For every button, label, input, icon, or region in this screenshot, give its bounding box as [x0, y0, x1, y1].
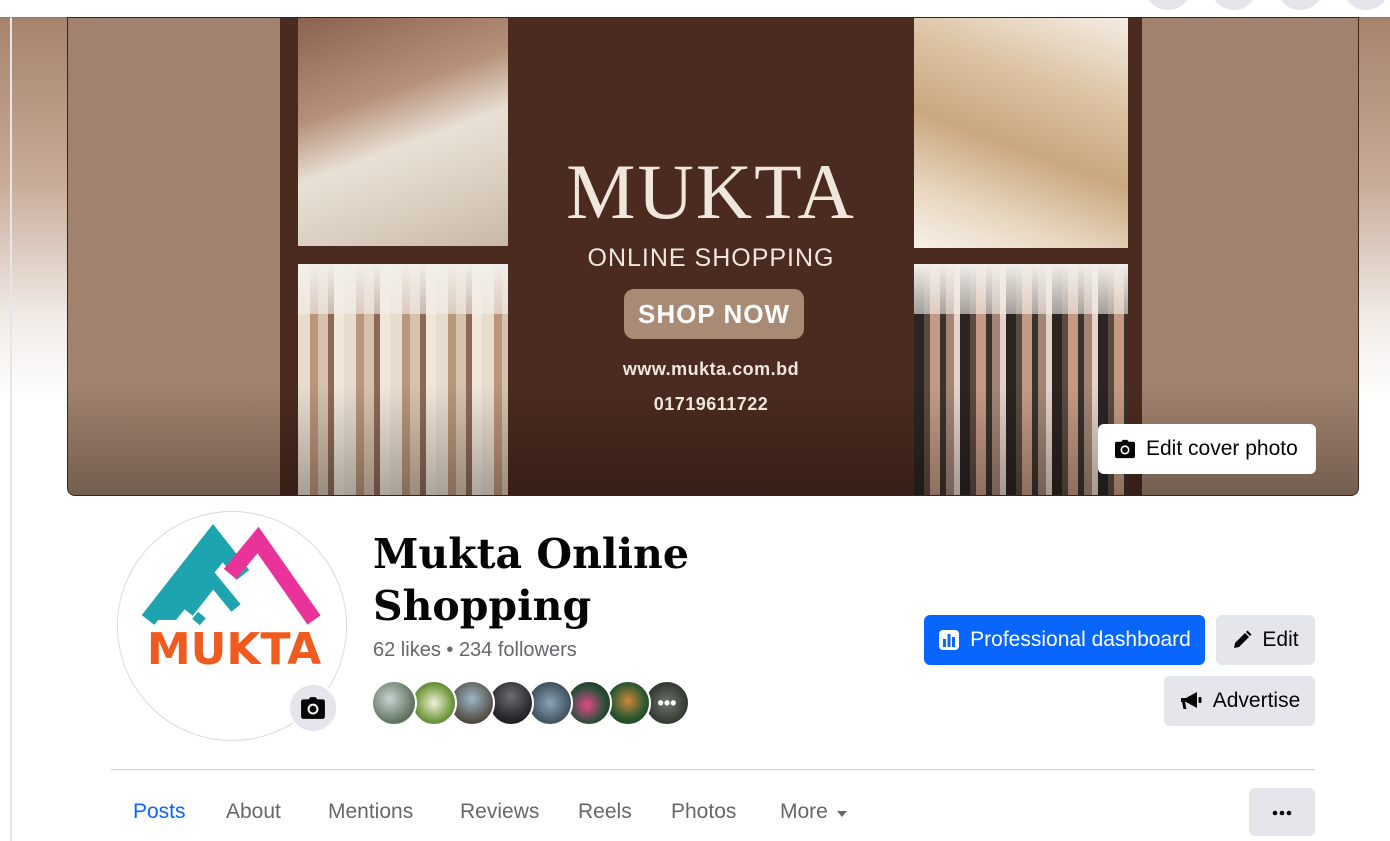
update-profile-picture-button[interactable]	[288, 683, 338, 733]
professional-dashboard-button[interactable]: Professional dashboard	[924, 615, 1205, 665]
ellipsis-icon: •••	[657, 692, 677, 713]
megaphone-icon	[1179, 691, 1203, 711]
ellipsis-icon	[1272, 803, 1292, 821]
follower-avatars: •••	[371, 680, 691, 726]
followers-link[interactable]: 234 followers	[459, 639, 577, 661]
cover-website: www.mukta.com.bd	[622, 359, 800, 379]
cover-brand-title: MUKTA	[566, 148, 856, 235]
advertise-label: Advertise	[1212, 689, 1301, 712]
edit-cover-photo-label: Edit cover photo	[1146, 437, 1298, 460]
follower-avatar[interactable]	[411, 680, 457, 726]
cover-subtitle: ONLINE SHOPPING	[587, 244, 835, 272]
topbar-notifications-button[interactable]	[1278, 0, 1322, 10]
professional-dashboard-label: Professional dashboard	[970, 628, 1191, 651]
camera-icon	[301, 697, 325, 719]
caret-down-icon	[836, 785, 848, 839]
tab-mentions[interactable]: Mentions	[328, 785, 413, 841]
tab-about[interactable]: About	[226, 785, 281, 841]
top-navigation-bar	[0, 0, 1390, 17]
page-title: Mukta Online Shopping	[373, 530, 689, 630]
likes-link[interactable]: 62 likes	[373, 639, 441, 661]
cover-shop-now-badge: SHOP NOW	[624, 289, 804, 339]
pencil-icon	[1232, 630, 1252, 650]
cover-photo[interactable]: MUKTA ONLINE SHOPPING SHOP NOW www.mukta…	[67, 17, 1359, 496]
page-stats: 62 likes • 234 followers	[373, 639, 577, 662]
tab-posts[interactable]: Posts	[133, 785, 186, 841]
logo-text: MUKTA	[147, 624, 321, 675]
camera-icon	[1115, 439, 1135, 459]
topbar-messenger-button[interactable]	[1212, 0, 1256, 10]
topbar-account-button[interactable]	[1344, 0, 1388, 10]
tabs-divider	[111, 769, 1315, 770]
edit-label: Edit	[1262, 628, 1299, 651]
tab-reels[interactable]: Reels	[578, 785, 632, 841]
cover-image-trench-coat	[914, 18, 1128, 248]
tab-photos[interactable]: Photos	[671, 785, 736, 841]
edit-cover-photo-button[interactable]: Edit cover photo	[1098, 424, 1316, 474]
tab-more[interactable]: More	[780, 785, 848, 841]
bar-chart-icon	[938, 629, 960, 651]
advertise-button[interactable]: Advertise	[1164, 676, 1315, 726]
page-options-button[interactable]	[1249, 788, 1315, 836]
left-divider	[10, 16, 12, 841]
follower-avatar[interactable]	[371, 680, 417, 726]
edit-page-button[interactable]: Edit	[1216, 615, 1315, 665]
tab-reviews[interactable]: Reviews	[460, 785, 539, 841]
tab-more-label: More	[780, 800, 828, 823]
cover-phone: 01719611722	[653, 394, 769, 414]
cover-image-pants	[298, 18, 508, 246]
topbar-menu-button[interactable]	[1146, 0, 1190, 10]
stats-separator: •	[440, 639, 459, 661]
